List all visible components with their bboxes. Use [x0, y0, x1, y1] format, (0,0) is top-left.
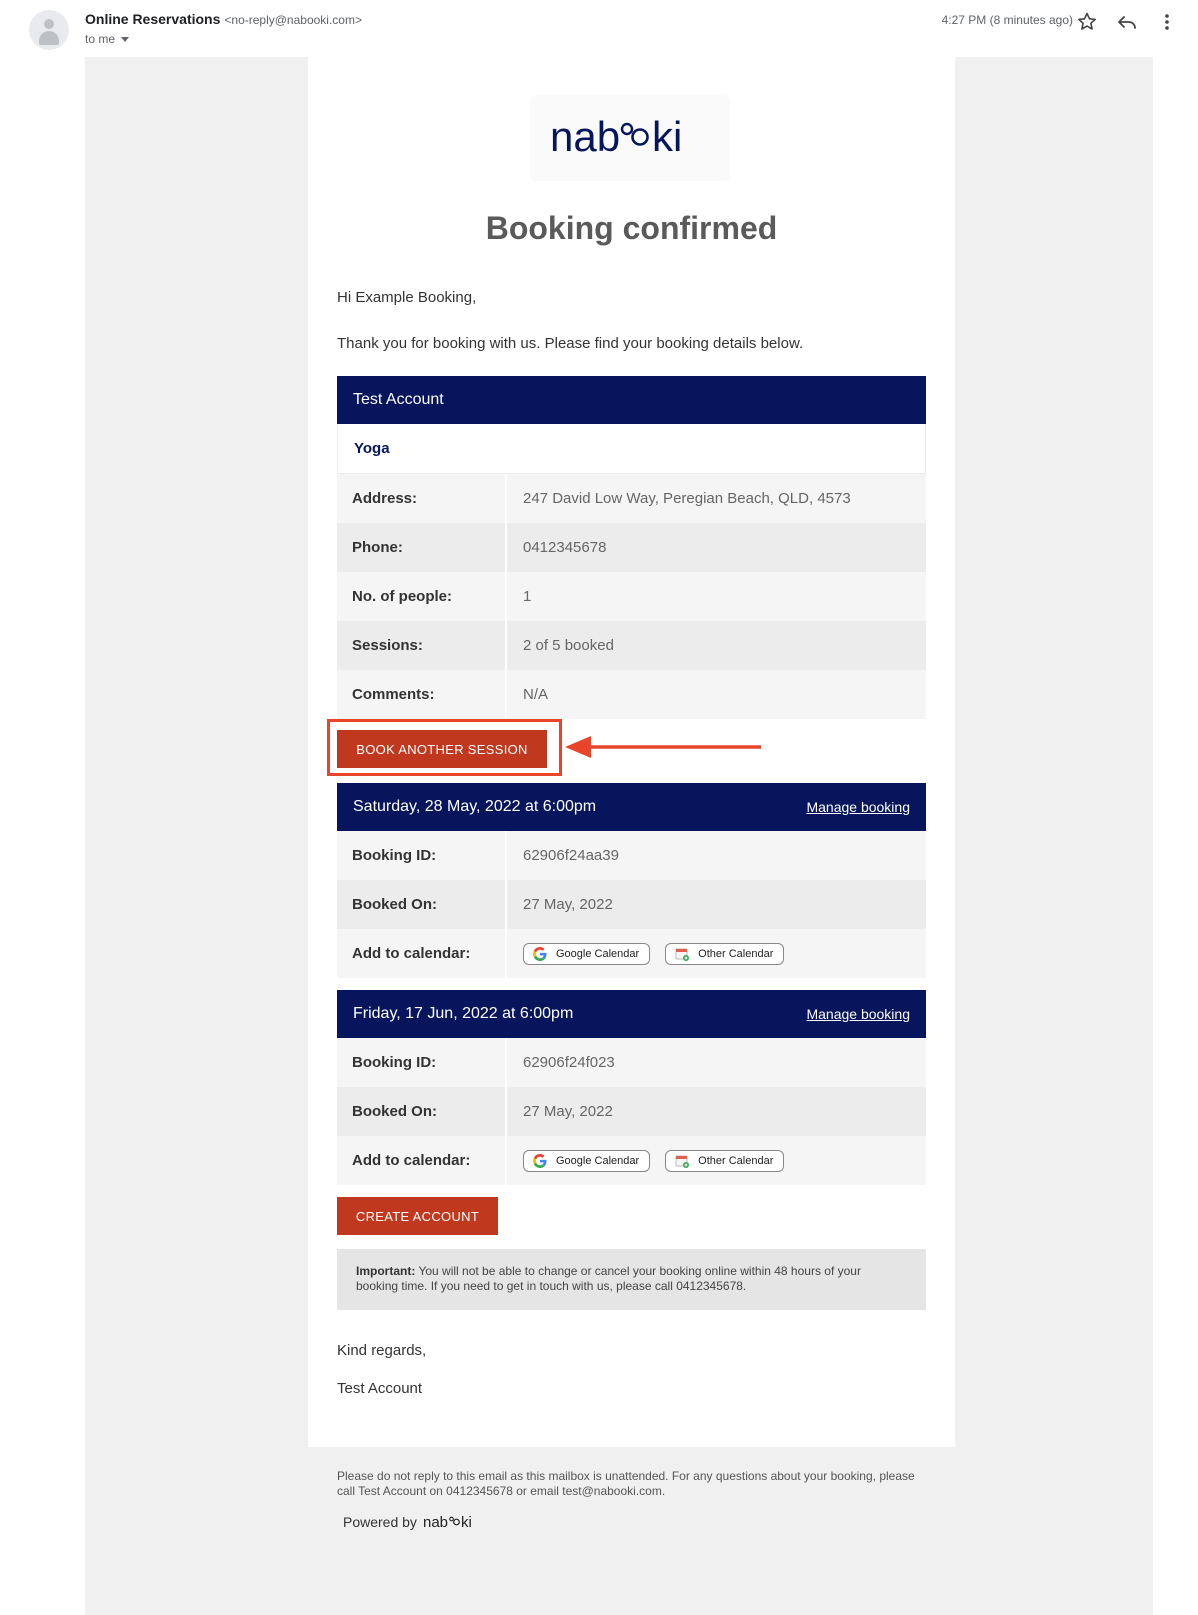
google-icon — [533, 1153, 547, 1168]
booking-label: Booking ID: — [337, 831, 507, 880]
booking-row: Add to calendar: Google Calendar Other C… — [337, 929, 926, 978]
booked-on-date: 27 May, 2022 — [523, 896, 613, 913]
detail-value: 2 of 5 booked — [523, 637, 614, 654]
detail-value: N/A — [523, 686, 549, 703]
create-account-button[interactable]: CREATE ACCOUNT — [337, 1197, 498, 1235]
google-calendar-button[interactable]: Google Calendar — [523, 1149, 651, 1172]
booking-label: Booked On: — [337, 880, 507, 929]
booking-header: Saturday, 28 May, 2022 at 6:00pm Manage … — [337, 783, 926, 831]
detail-label: Sessions: — [337, 621, 507, 670]
booking-section: Friday, 17 Jun, 2022 at 6:00pm Manage bo… — [337, 990, 926, 1185]
reply-icon[interactable] — [1115, 10, 1139, 34]
more-vert-icon[interactable] — [1155, 10, 1179, 34]
avatar-icon[interactable] — [29, 10, 69, 50]
sender-name[interactable]: Online Reservations — [85, 11, 220, 27]
detail-label: Comments: — [337, 670, 507, 719]
powered-by-label: Powered by — [343, 1514, 417, 1530]
email-footer: Please do not reply to this email as thi… — [308, 1447, 955, 1615]
detail-row: Comments: N/A — [337, 670, 926, 719]
email-header: Online Reservations <no-reply@nabooki.com… — [0, 0, 1198, 56]
other-calendar-button[interactable]: Other Calendar — [665, 942, 785, 965]
detail-value: 247 David Low Way, Peregian Beach, QLD, … — [523, 490, 851, 507]
other-calendar-button[interactable]: Other Calendar — [665, 1149, 785, 1172]
email-timestamp: 4:27 PM (8 minutes ago) — [941, 13, 1073, 27]
important-text: You will not be able to change or cancel… — [356, 1264, 861, 1293]
booking-row: Add to calendar: Google Calendar Other C… — [337, 1136, 926, 1185]
booking-label: Add to calendar: — [337, 929, 507, 978]
google-icon — [533, 946, 547, 961]
booking-label: Booked On: — [337, 1087, 507, 1136]
booking-row: Booked On: 27 May, 2022 — [337, 1087, 926, 1136]
booking-row: Booking ID: 62906f24aa39 — [337, 831, 926, 880]
detail-value: 0412345678 — [523, 539, 607, 556]
email-card: nab ki Booking confirmed Hi Example Book… — [308, 57, 955, 1615]
booking-header: Friday, 17 Jun, 2022 at 6:00pm Manage bo… — [337, 990, 926, 1038]
svg-text:ki: ki — [652, 113, 682, 160]
greeting: Hi Example Booking, — [337, 289, 477, 306]
detail-row: Sessions: 2 of 5 booked — [337, 621, 926, 670]
detail-row: Address: 247 David Low Way, Peregian Bea… — [337, 474, 926, 523]
manage-booking-link[interactable]: Manage booking — [806, 799, 910, 815]
svg-text:ki: ki — [461, 1514, 472, 1531]
other-calendar-label: Other Calendar — [698, 947, 774, 960]
booking-id: 62906f24aa39 — [523, 847, 619, 864]
calendar-icon — [675, 1155, 690, 1168]
account-section: Test Account Yoga Address: 247 David Low… — [337, 376, 926, 719]
google-calendar-label: Google Calendar — [556, 947, 640, 960]
intro-text: Thank you for booking with us. Please fi… — [337, 335, 804, 352]
booking-row: Booked On: 27 May, 2022 — [337, 880, 926, 929]
nabooki-logo: nab ki — [530, 95, 730, 181]
calendar-buttons: Google Calendar Other Calendar — [507, 1136, 926, 1185]
important-notice: Important: You will not be able to chang… — [337, 1249, 926, 1310]
nabooki-small-logo: nab ki — [423, 1514, 472, 1531]
footer-text: Please do not reply to this email as thi… — [337, 1469, 915, 1498]
sender-email: <no-reply@nabooki.com> — [224, 13, 362, 27]
booking-datetime: Saturday, 28 May, 2022 at 6:00pm — [353, 798, 597, 815]
page-title: Booking confirmed — [485, 210, 778, 246]
closing-signature: Test Account — [337, 1380, 423, 1397]
calendar-icon — [675, 948, 690, 961]
detail-row: No. of people: 1 — [337, 572, 926, 621]
recipient-toggle[interactable]: to me — [85, 32, 130, 46]
svg-text:nab: nab — [423, 1514, 448, 1531]
google-calendar-label: Google Calendar — [556, 1154, 640, 1167]
booking-section: Saturday, 28 May, 2022 at 6:00pm Manage … — [337, 783, 926, 978]
booking-id: 62906f24f023 — [523, 1054, 615, 1071]
booked-on-date: 27 May, 2022 — [523, 1103, 613, 1120]
calendar-buttons: Google Calendar Other Calendar — [507, 929, 926, 978]
detail-label: Phone: — [337, 523, 507, 572]
important-label: Important: — [356, 1264, 416, 1278]
powered-by: Powered by nab ki — [343, 1512, 491, 1532]
arrow-left-icon — [565, 736, 761, 758]
account-header: Test Account — [337, 376, 926, 424]
booking-datetime: Friday, 17 Jun, 2022 at 6:00pm — [353, 1005, 574, 1022]
manage-booking-link[interactable]: Manage booking — [806, 1006, 910, 1022]
star-icon[interactable] — [1075, 10, 1099, 34]
closing-regards: Kind regards, — [337, 1342, 427, 1359]
recipient-label: to me — [85, 32, 116, 46]
detail-label: Address: — [337, 474, 507, 523]
book-another-session-button[interactable]: BOOK ANOTHER SESSION — [337, 730, 547, 768]
chevron-down-icon — [121, 37, 130, 43]
detail-value: 1 — [523, 588, 532, 605]
sender: Online Reservations <no-reply@nabooki.com… — [85, 11, 362, 27]
account-name: Test Account — [353, 391, 444, 408]
detail-row: Phone: 0412345678 — [337, 523, 926, 572]
booking-label: Booking ID: — [337, 1038, 507, 1087]
booking-label: Add to calendar: — [337, 1136, 507, 1185]
service-name: Yoga — [337, 424, 926, 474]
svg-text:nab: nab — [550, 113, 620, 160]
detail-label: No. of people: — [337, 572, 507, 621]
google-calendar-button[interactable]: Google Calendar — [523, 942, 651, 965]
booking-row: Booking ID: 62906f24f023 — [337, 1038, 926, 1087]
other-calendar-label: Other Calendar — [698, 1154, 774, 1167]
